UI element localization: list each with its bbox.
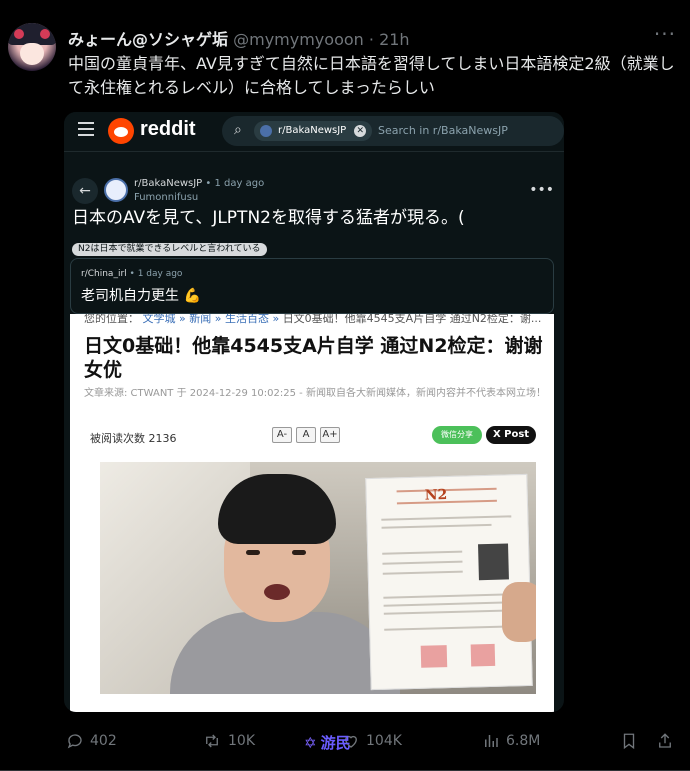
reddit-top-bar: reddit ⌕ r/BakaNewsJP ✕ Search in r/Baka… bbox=[64, 112, 564, 152]
avatar[interactable] bbox=[8, 23, 56, 71]
certificate-stamp bbox=[420, 645, 448, 668]
reddit-logo-icon bbox=[108, 118, 134, 144]
certificate-stamp bbox=[470, 643, 496, 667]
like-count: 104K bbox=[366, 733, 402, 749]
certificate-text-line bbox=[381, 523, 492, 529]
views-button[interactable]: 6.8M bbox=[482, 732, 540, 750]
crosspost-card: r/China_irl • 1 day ago 老司机自力更生 💪 bbox=[70, 258, 554, 314]
watermark: ✡ 游民 bbox=[304, 732, 351, 753]
reddit-wordmark: reddit bbox=[140, 118, 196, 140]
chip-close-icon: ✕ bbox=[354, 125, 367, 137]
crosspost-source: r/China_irl • 1 day ago bbox=[81, 269, 182, 279]
certificate-text-line bbox=[383, 609, 514, 615]
post-more-icon: ••• bbox=[529, 182, 554, 198]
tweet-header: みょーん@ソシャゲ垢 @mymymyooon · 21h bbox=[68, 26, 410, 50]
reply-button[interactable]: 402 bbox=[66, 732, 117, 750]
post-title: 日本のAVを見て、JLPTN2を取得する猛者が現る。( bbox=[72, 208, 465, 228]
repost-count: 10K bbox=[228, 733, 255, 749]
certificate-level: N2 bbox=[424, 487, 448, 504]
post-flair: N2は日本で就業できるレベルと言われている bbox=[72, 243, 267, 256]
article-photo: N2 bbox=[100, 462, 536, 694]
display-name[interactable]: みょーん@ソシャゲ垢 bbox=[68, 30, 228, 49]
search-chip-label: r/BakaNewsJP bbox=[278, 125, 347, 136]
user-handle[interactable]: @mymymyooon bbox=[233, 30, 364, 49]
search-icon: ⌕ bbox=[234, 122, 242, 138]
share-button[interactable] bbox=[656, 732, 674, 750]
news-article-screenshot: 您的位置： 文学城 » 新闻 » 生活百态 » 日文0基础！他靠4545支A片自… bbox=[70, 314, 554, 712]
search-chip: r/BakaNewsJP ✕ bbox=[254, 121, 373, 141]
font-default-button: A bbox=[296, 427, 316, 443]
share-icon bbox=[659, 733, 671, 748]
font-decrease-button: A- bbox=[272, 427, 292, 443]
tweet: みょーん@ソシャゲ垢 @mymymyooon · 21h ··· 中国の童貞青年… bbox=[0, 0, 690, 771]
reddit-search-bar: ⌕ r/BakaNewsJP ✕ Search in r/BakaNewsJP bbox=[222, 116, 564, 146]
like-button[interactable]: 104K bbox=[342, 732, 402, 750]
x-post-button: X Post bbox=[486, 426, 536, 444]
breadcrumb-rest: 日文0基础！他靠4545支A片自学 通过N2检定：谢... bbox=[282, 314, 542, 325]
photo-eye-left bbox=[246, 550, 260, 555]
tweet-text: 中国の童貞青年、AV見すぎて自然に日本語を習得してしまい日本語検定2級（就業して… bbox=[68, 54, 675, 97]
photo-hair bbox=[218, 474, 336, 544]
post-username: Fumonnifusu bbox=[134, 192, 199, 203]
views-icon bbox=[485, 735, 498, 747]
certificate-photo bbox=[478, 543, 509, 581]
avatar-face bbox=[20, 43, 44, 65]
watermark-star-icon: ✡ bbox=[304, 734, 317, 752]
article-source: 文章来源: CTWANT 于 2024-12-29 10:02:25 - 新闻取… bbox=[84, 388, 546, 399]
back-arrow-icon: ← bbox=[72, 178, 98, 204]
search-placeholder: Search in r/BakaNewsJP bbox=[378, 124, 508, 137]
tweet-action-bar: 402 10K 104K ✡ 游民 6.8M bbox=[0, 728, 690, 758]
subreddit-chip-icon bbox=[260, 125, 272, 137]
crosspost-subreddit: r/China_irl bbox=[81, 269, 127, 279]
subreddit-name: r/BakaNewsJP bbox=[134, 178, 203, 189]
bookmark-button[interactable] bbox=[620, 732, 638, 750]
certificate-text-line bbox=[382, 560, 463, 565]
avatar-accessory-right bbox=[40, 29, 50, 39]
repost-icon bbox=[206, 734, 218, 748]
subreddit-line: r/BakaNewsJP • 1 day ago bbox=[134, 178, 264, 189]
breadcrumb-links: 文学城 » 新闻 » 生活百态 » bbox=[142, 314, 280, 325]
article-breadcrumb: 您的位置： 文学城 » 新闻 » 生活百态 » 日文0基础！他靠4545支A片自… bbox=[84, 314, 541, 326]
crosspost-text: 老司机自力更生 💪 bbox=[81, 288, 201, 304]
subreddit-icon bbox=[104, 178, 128, 202]
certificate-text-line bbox=[382, 570, 463, 575]
certificate-text-line bbox=[382, 550, 463, 555]
avatar-accessory-left bbox=[14, 29, 24, 39]
hamburger-menu-icon bbox=[78, 122, 94, 136]
article-view-count: 被阅读次数 2136 bbox=[90, 432, 177, 445]
font-increase-button: A+ bbox=[320, 427, 340, 443]
jlpt-certificate: N2 bbox=[365, 473, 533, 691]
bookmark-icon bbox=[623, 733, 635, 750]
separator-dot: · bbox=[368, 30, 374, 49]
post-age: • 1 day ago bbox=[205, 178, 265, 189]
certificate-text-line bbox=[383, 601, 514, 607]
photo-mouth bbox=[264, 584, 290, 600]
certificate-text-line bbox=[381, 515, 512, 521]
article-headline: 日文0基础！他靠4545支A片自学 通过N2检定：谢谢女优 bbox=[84, 335, 543, 381]
breadcrumb-prefix: 您的位置： bbox=[84, 314, 139, 325]
timestamp[interactable]: 21h bbox=[379, 30, 410, 49]
reply-icon bbox=[67, 734, 82, 749]
certificate-text-line bbox=[383, 593, 514, 599]
watermark-text: 游民 bbox=[320, 734, 351, 752]
view-count: 6.8M bbox=[506, 733, 541, 749]
certificate-text-line bbox=[384, 625, 505, 631]
repost-button[interactable]: 10K bbox=[202, 732, 255, 750]
embedded-image[interactable]: reddit ⌕ r/BakaNewsJP ✕ Search in r/Baka… bbox=[64, 112, 564, 712]
reply-count: 402 bbox=[90, 733, 117, 749]
photo-hand bbox=[502, 582, 536, 642]
more-options-icon[interactable]: ··· bbox=[654, 22, 676, 46]
wechat-share-button: 微信分享 bbox=[432, 426, 482, 444]
crosspost-age: • 1 day ago bbox=[129, 269, 183, 279]
photo-eye-right bbox=[292, 550, 306, 555]
